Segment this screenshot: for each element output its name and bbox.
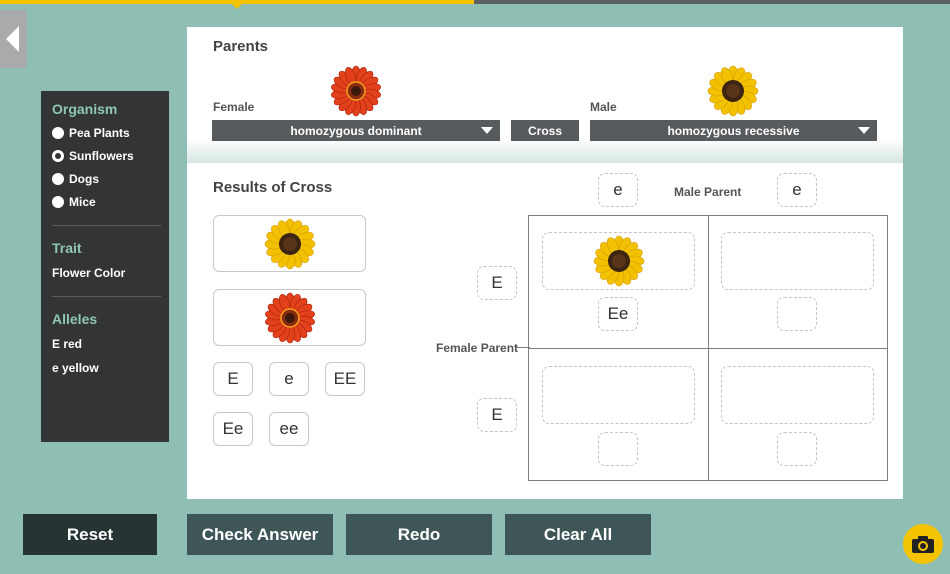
alleles-heading: Alleles — [52, 311, 98, 327]
organism-option-dogs[interactable]: Dogs — [52, 172, 161, 186]
results-title: Results of Cross — [213, 179, 333, 196]
male-select-value: homozygous recessive — [667, 123, 800, 138]
divider — [52, 296, 161, 297]
clear-all-button[interactable]: Clear All — [505, 514, 651, 555]
grid-divider — [529, 348, 887, 349]
trait-value: Flower Color — [52, 266, 126, 280]
back-button[interactable] — [0, 10, 27, 68]
female-genotype-select[interactable]: homozygous dominant — [212, 120, 500, 141]
genotype-tile-EE[interactable]: EE — [325, 362, 365, 396]
allele-red: E red — [52, 337, 83, 351]
radio-icon[interactable] — [52, 127, 64, 139]
organism-option-mice[interactable]: Mice — [52, 195, 161, 209]
punnett-cell-3-genotype-drop[interactable] — [598, 432, 638, 466]
female-select-value: homozygous dominant — [290, 123, 422, 138]
organism-label: Sunflowers — [69, 149, 134, 163]
reset-button[interactable]: Reset — [23, 514, 157, 555]
male-allele-drop-1[interactable]: e — [598, 173, 638, 207]
female-label: Female — [213, 100, 255, 114]
organism-label: Mice — [69, 195, 96, 209]
result-flower-red[interactable] — [213, 289, 366, 346]
male-label: Male — [590, 100, 617, 114]
male-parent-label: Male Parent — [674, 185, 742, 199]
organism-heading: Organism — [52, 101, 118, 117]
result-flower-yellow[interactable] — [213, 215, 366, 272]
arrow-left-icon — [5, 26, 19, 52]
camera-icon — [912, 536, 934, 553]
yellow-sunflower-icon — [592, 235, 645, 287]
progress-bar — [0, 0, 950, 9]
punnett-cell-2-genotype-drop[interactable] — [777, 297, 817, 331]
punnett-cell-4-genotype-drop[interactable] — [777, 432, 817, 466]
trait-heading: Trait — [52, 240, 82, 256]
sidebar: Organism Pea Plants Sunflowers Dogs Mice… — [41, 91, 169, 442]
female-parent-label: Female Parent — [436, 341, 519, 355]
divider — [52, 225, 161, 226]
radio-icon[interactable] — [52, 173, 64, 185]
check-answer-button[interactable]: Check Answer — [187, 514, 333, 555]
punnett-cell-1-flower-drop[interactable] — [542, 232, 695, 290]
male-allele-drop-2[interactable]: e — [777, 173, 817, 207]
yellow-sunflower-icon — [263, 217, 316, 270]
female-allele-drop-2[interactable]: E — [477, 398, 517, 432]
punnett-cell-1-genotype-drop[interactable]: Ee — [598, 297, 638, 331]
section-shade — [187, 139, 903, 163]
male-genotype-select[interactable]: homozygous recessive — [590, 120, 877, 141]
organism-label: Dogs — [69, 172, 99, 186]
genotype-tile-Ee[interactable]: Ee — [213, 412, 253, 446]
female-allele-drop-1[interactable]: E — [477, 266, 517, 300]
genotype-tile-ee[interactable]: ee — [269, 412, 309, 446]
radio-icon[interactable] — [52, 196, 64, 208]
organism-option-pea-plants[interactable]: Pea Plants — [52, 126, 161, 140]
redo-button[interactable]: Redo — [346, 514, 492, 555]
allele-tile-e[interactable]: e — [269, 362, 309, 396]
cross-button[interactable]: Cross — [511, 120, 579, 141]
chevron-down-icon — [858, 127, 870, 134]
organism-label: Pea Plants — [69, 126, 130, 140]
allele-yellow: e yellow — [52, 361, 99, 375]
punnett-cell-4-flower-drop[interactable] — [721, 366, 874, 424]
camera-button[interactable] — [903, 524, 943, 564]
main-card: Parents Female homozygous dominant Cross… — [187, 27, 903, 499]
parents-title: Parents — [213, 38, 269, 55]
punnett-cell-2-flower-drop[interactable] — [721, 232, 874, 290]
chevron-down-icon — [481, 127, 493, 134]
organism-option-sunflowers[interactable]: Sunflowers — [52, 149, 161, 163]
punnett-cell-3-flower-drop[interactable] — [542, 366, 695, 424]
allele-tile-E[interactable]: E — [213, 362, 253, 396]
yellow-sunflower-icon — [707, 65, 759, 117]
red-sunflower-icon — [263, 291, 316, 344]
radio-selected-icon[interactable] — [52, 150, 64, 162]
progress-caret — [230, 2, 244, 9]
red-sunflower-icon — [330, 65, 382, 117]
